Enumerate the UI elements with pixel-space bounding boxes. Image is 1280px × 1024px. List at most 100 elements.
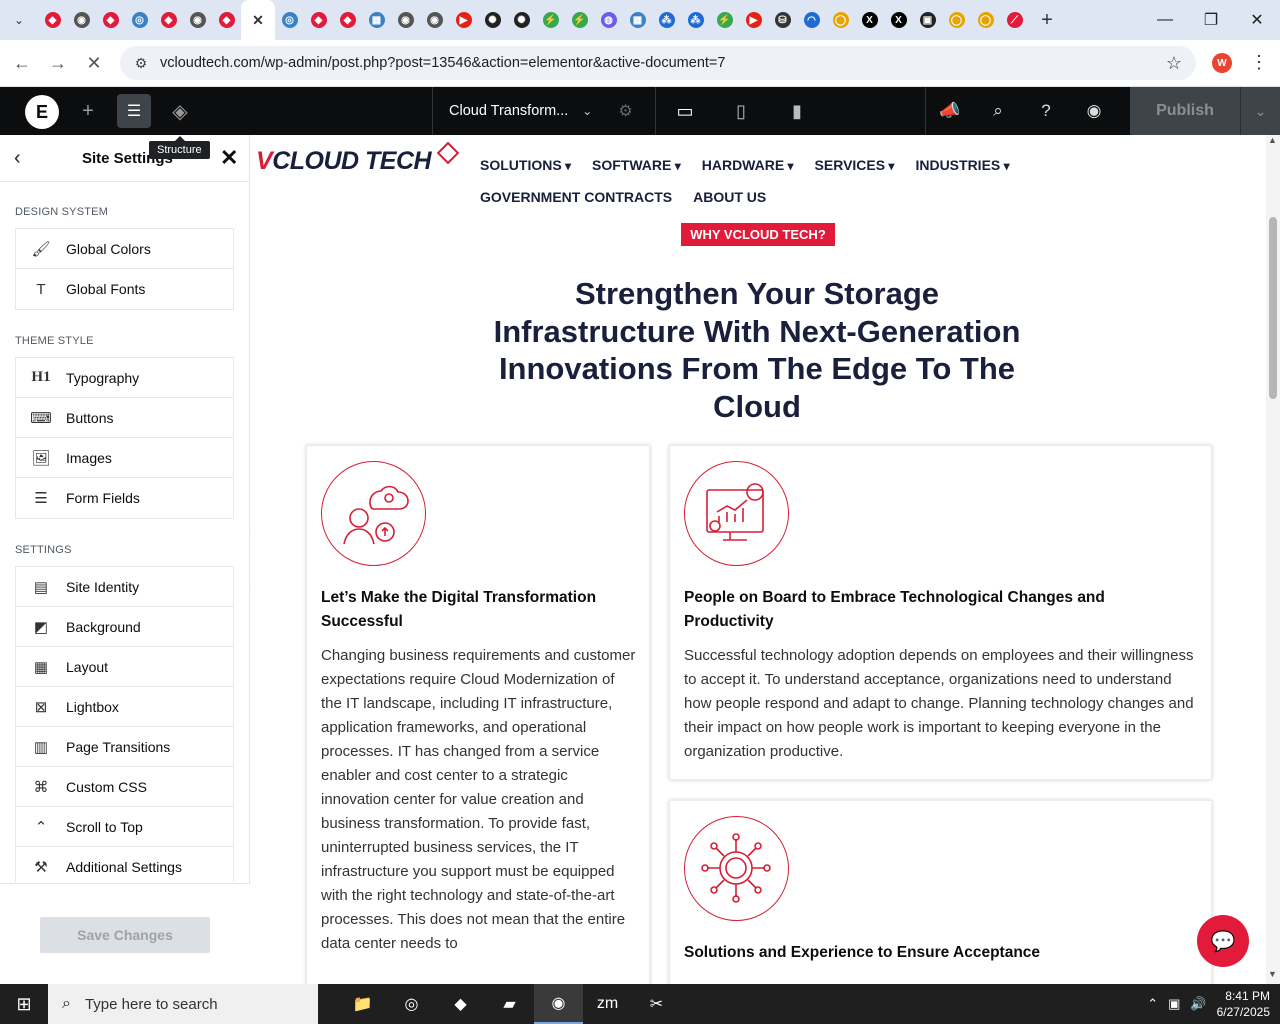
browser-tab[interactable]: ▦ — [362, 0, 391, 40]
snipping-tool-icon[interactable]: ✂ — [632, 984, 681, 1024]
add-element-icon[interactable]: + — [66, 87, 110, 135]
stop-loading-icon[interactable]: ✕ — [76, 45, 112, 81]
site-info-icon[interactable]: ⚙ — [126, 55, 156, 72]
chat-bubble-icon[interactable]: 💬 — [1197, 915, 1249, 967]
publish-options-chevron-icon[interactable]: ⌄ — [1240, 87, 1280, 135]
browser-tab[interactable]: ◠ — [797, 0, 826, 40]
new-tab-button[interactable]: + — [1033, 6, 1061, 34]
browser-tab[interactable]: ◎ — [275, 0, 304, 40]
browser-tab[interactable]: ◎ — [125, 0, 154, 40]
site-settings-icon[interactable]: ☰ — [117, 94, 151, 128]
browser-tab[interactable]: ◯ — [826, 0, 855, 40]
network-icon[interactable]: ▣ — [1168, 996, 1180, 1012]
settings-item[interactable]: ▤ Site Identity — [16, 567, 233, 607]
scroll-down-icon[interactable]: ▼ — [1268, 969, 1277, 979]
browser-tab[interactable]: ◆ — [212, 0, 241, 40]
structure-layers-icon[interactable]: ◈ — [158, 87, 202, 135]
browser-tab[interactable]: ⁂ — [681, 0, 710, 40]
settings-item[interactable]: ☰ Form Fields — [16, 478, 233, 518]
browser-tab[interactable]: ◆ — [96, 0, 125, 40]
site-nav-item[interactable]: SOLUTIONS ▾ — [480, 157, 571, 173]
site-nav-item[interactable]: ABOUT US — [693, 189, 766, 205]
settings-item[interactable]: ◩ Background — [16, 607, 233, 647]
site-logo[interactable]: VCLOUD TECH — [256, 141, 460, 176]
browser-tab[interactable]: X — [855, 0, 884, 40]
taskbar-search[interactable]: ⌕ Type here to search — [48, 984, 318, 1024]
browser-tab[interactable]: X — [884, 0, 913, 40]
zoom-icon[interactable]: zm — [583, 984, 632, 1024]
windows-start-icon[interactable]: ⊞ — [0, 984, 48, 1024]
browser-tab[interactable]: ⚡ — [710, 0, 739, 40]
whats-new-icon[interactable]: 📣 — [926, 87, 974, 135]
browser-tab[interactable]: ◆ — [333, 0, 362, 40]
app-icon[interactable]: ◆ — [436, 984, 485, 1024]
browser-tab[interactable]: ⚡ — [536, 0, 565, 40]
help-icon[interactable]: ? — [1022, 87, 1070, 135]
browser-tab[interactable]: ✕ — [241, 0, 275, 40]
settings-item[interactable]: H1 Typography — [16, 358, 233, 398]
document-selector[interactable]: Cloud Transform... ⌄ ⚙ — [432, 87, 656, 135]
browser-tab[interactable]: ▦ — [623, 0, 652, 40]
clock[interactable]: 8:41 PM 6/27/2025 — [1217, 988, 1270, 1020]
browser-tab[interactable]: ▶ — [739, 0, 768, 40]
close-window-icon[interactable]: ✕ — [1234, 0, 1280, 40]
browser-tab[interactable]: ⁂ — [652, 0, 681, 40]
settings-item[interactable]: 🖌 Global Colors — [16, 229, 233, 269]
browser-tab[interactable]: ◯ — [971, 0, 1000, 40]
profile-avatar[interactable]: W — [1212, 53, 1232, 73]
site-nav-item[interactable]: INDUSTRIES ▾ — [915, 157, 1009, 173]
back-chevron-icon[interactable]: ‹ — [14, 147, 21, 170]
file-explorer-icon[interactable]: 📁 — [338, 984, 387, 1024]
browser-tab[interactable]: ◯ — [942, 0, 971, 40]
browser-tab[interactable]: ◉ — [67, 0, 96, 40]
site-nav-item[interactable]: GOVERNMENT CONTRACTS — [480, 189, 672, 205]
save-changes-button[interactable]: Save Changes — [40, 917, 210, 953]
tab-search-icon[interactable]: ⌄ — [6, 7, 32, 33]
browser-tab[interactable]: ◍ — [594, 0, 623, 40]
desktop-icon[interactable]: ▭ — [657, 87, 713, 135]
browser-tab[interactable]: ✺ — [478, 0, 507, 40]
browser-tab[interactable]: ◆ — [304, 0, 333, 40]
finder-search-icon[interactable]: ⌕ — [974, 87, 1022, 135]
volume-icon[interactable]: 🔊 — [1190, 996, 1206, 1012]
edge-icon[interactable]: ◎ — [387, 984, 436, 1024]
url-text[interactable]: vcloudtech.com/wp-admin/post.php?post=13… — [160, 55, 725, 71]
restore-icon[interactable]: ❐ — [1188, 0, 1234, 40]
browser-tab[interactable]: ⛁ — [768, 0, 797, 40]
browser-tab[interactable]: ⚡ — [565, 0, 594, 40]
settings-item[interactable]: ⊠ Lightbox — [16, 687, 233, 727]
url-omnibox[interactable]: ⚙ vcloudtech.com/wp-admin/post.php?post=… — [120, 46, 1196, 80]
site-nav-item[interactable]: HARDWARE ▾ — [702, 157, 794, 173]
publish-button[interactable]: Publish — [1130, 87, 1240, 135]
settings-item[interactable]: T Global Fonts — [16, 269, 233, 309]
settings-item[interactable]: ⚒ Additional Settings — [16, 847, 233, 882]
settings-item[interactable]: ▥ Page Transitions — [16, 727, 233, 767]
browser-tab[interactable]: ◉ — [391, 0, 420, 40]
sticky-notes-icon[interactable]: ▰ — [485, 984, 534, 1024]
scroll-thumb[interactable] — [1269, 217, 1277, 399]
settings-item[interactable]: 🖼 Images — [16, 438, 233, 478]
site-nav-item[interactable]: SERVICES ▾ — [815, 157, 895, 173]
preview-scrollbar[interactable]: ▲ ▼ — [1266, 135, 1280, 984]
settings-item[interactable]: ⌘ Custom CSS — [16, 767, 233, 807]
tablet-icon[interactable]: ▯ — [713, 87, 769, 135]
browser-tab[interactable]: ◉ — [183, 0, 212, 40]
settings-item[interactable]: ▦ Layout — [16, 647, 233, 687]
preview-eye-icon[interactable]: ◉ — [1070, 87, 1118, 135]
forward-icon[interactable]: → — [40, 45, 76, 81]
browser-tab[interactable]: ✺ — [507, 0, 536, 40]
settings-item[interactable]: ⌃ Scroll to Top — [16, 807, 233, 847]
browser-tab[interactable]: ◆ — [154, 0, 183, 40]
site-nav-item[interactable]: SOFTWARE ▾ — [592, 157, 681, 173]
browser-tab[interactable]: ◆ — [38, 0, 67, 40]
mobile-icon[interactable]: ▮ — [769, 87, 825, 135]
minimize-icon[interactable]: — — [1142, 0, 1188, 40]
back-icon[interactable]: ← — [4, 45, 40, 81]
browser-menu-icon[interactable]: ⋮ — [1250, 52, 1268, 73]
elementor-logo-icon[interactable]: E — [25, 95, 59, 129]
browser-tab[interactable]: ▶ — [449, 0, 478, 40]
browser-tab[interactable]: ◉ — [420, 0, 449, 40]
bookmark-star-icon[interactable]: ☆ — [1166, 53, 1182, 74]
browser-tab[interactable]: ⟋ — [1000, 0, 1029, 40]
why-vcloud-button[interactable]: WHY VCLOUD TECH? — [681, 223, 835, 246]
